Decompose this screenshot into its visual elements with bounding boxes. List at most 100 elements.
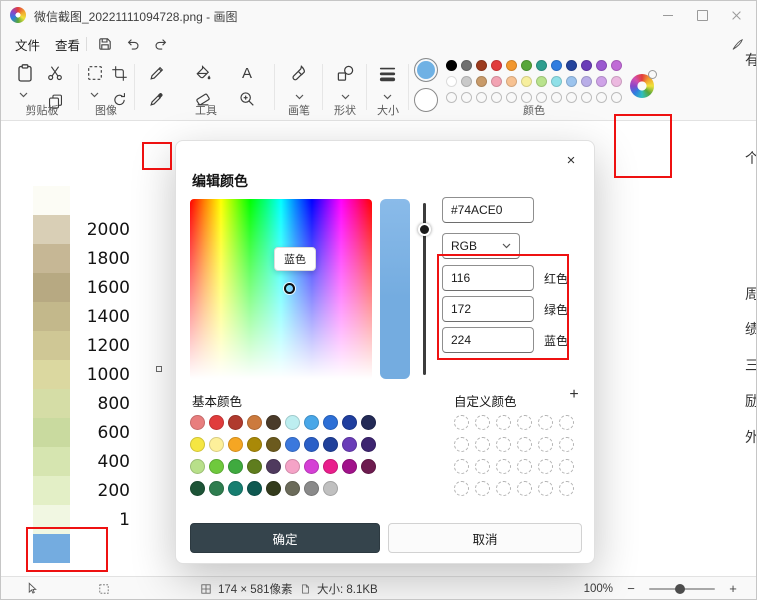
- color1-swatch[interactable]: [414, 58, 438, 82]
- value-slider-handle[interactable]: [418, 223, 431, 236]
- color-mode-dropdown[interactable]: RGB: [442, 233, 520, 259]
- basic-color-swatch[interactable]: [323, 415, 338, 430]
- color2-swatch[interactable]: [414, 88, 438, 112]
- brushes-button[interactable]: [286, 60, 312, 86]
- shapes-dropdown-chevron[interactable]: [341, 94, 350, 100]
- basic-color-swatch[interactable]: [304, 481, 319, 496]
- color-gradient-picker[interactable]: [190, 199, 372, 379]
- zoom-out-button[interactable]: −: [623, 581, 639, 597]
- custom-color-slot[interactable]: [454, 415, 469, 430]
- blue-channel-input[interactable]: [442, 327, 534, 353]
- magnifier-tool[interactable]: [234, 86, 260, 112]
- maximize-button[interactable]: [685, 0, 719, 30]
- custom-color-slot[interactable]: [496, 481, 511, 496]
- basic-color-swatch[interactable]: [285, 437, 300, 452]
- basic-color-swatch[interactable]: [209, 481, 224, 496]
- palette-color-swatch[interactable]: [506, 76, 517, 87]
- custom-color-slot[interactable]: [496, 459, 511, 474]
- basic-color-swatch[interactable]: [285, 481, 300, 496]
- custom-color-slot[interactable]: [475, 481, 490, 496]
- palette-empty-slot[interactable]: [566, 92, 577, 103]
- palette-color-swatch[interactable]: [566, 76, 577, 87]
- minimize-button[interactable]: [651, 0, 685, 30]
- size-dropdown-chevron[interactable]: [383, 94, 392, 100]
- custom-color-slot[interactable]: [517, 481, 532, 496]
- basic-color-swatch[interactable]: [190, 415, 205, 430]
- cancel-button[interactable]: 取消: [388, 523, 582, 553]
- add-custom-color-button[interactable]: +: [564, 385, 584, 405]
- palette-color-swatch[interactable]: [581, 76, 592, 87]
- custom-color-slot[interactable]: [559, 459, 574, 474]
- color-picker-marker[interactable]: [284, 283, 295, 294]
- custom-color-slot[interactable]: [454, 481, 469, 496]
- palette-empty-slot[interactable]: [551, 92, 562, 103]
- save-button[interactable]: [94, 35, 116, 53]
- basic-color-swatch[interactable]: [209, 437, 224, 452]
- basic-color-swatch[interactable]: [361, 415, 376, 430]
- palette-empty-slot[interactable]: [491, 92, 502, 103]
- basic-color-swatch[interactable]: [190, 459, 205, 474]
- custom-color-slot[interactable]: [517, 415, 532, 430]
- basic-color-swatch[interactable]: [247, 481, 262, 496]
- basic-color-swatch[interactable]: [285, 459, 300, 474]
- palette-empty-slot[interactable]: [461, 92, 472, 103]
- palette-color-swatch[interactable]: [536, 76, 547, 87]
- palette-color-swatch[interactable]: [476, 60, 487, 71]
- palette-color-swatch[interactable]: [506, 60, 517, 71]
- undo-button[interactable]: [122, 35, 144, 53]
- palette-empty-slot[interactable]: [611, 92, 622, 103]
- basic-color-swatch[interactable]: [304, 437, 319, 452]
- paste-button[interactable]: [12, 60, 38, 86]
- custom-color-slot[interactable]: [496, 415, 511, 430]
- basic-color-swatch[interactable]: [209, 415, 224, 430]
- basic-color-swatch[interactable]: [323, 459, 338, 474]
- custom-color-slot[interactable]: [454, 459, 469, 474]
- select-dropdown-chevron[interactable]: [90, 92, 99, 98]
- zoom-slider-handle[interactable]: [675, 583, 685, 594]
- basic-color-swatch[interactable]: [266, 481, 281, 496]
- basic-color-swatch[interactable]: [342, 437, 357, 452]
- custom-color-slot[interactable]: [517, 459, 532, 474]
- eyedropper-tool[interactable]: [144, 86, 170, 112]
- hex-color-input[interactable]: [442, 197, 534, 223]
- palette-color-swatch[interactable]: [581, 60, 592, 71]
- custom-color-slot[interactable]: [538, 437, 553, 452]
- basic-color-swatch[interactable]: [361, 459, 376, 474]
- palette-empty-slot[interactable]: [596, 92, 607, 103]
- basic-color-swatch[interactable]: [342, 415, 357, 430]
- redo-button[interactable]: [150, 35, 172, 53]
- cut-button[interactable]: [42, 60, 68, 86]
- basic-color-swatch[interactable]: [228, 437, 243, 452]
- custom-color-slot[interactable]: [475, 437, 490, 452]
- palette-color-swatch[interactable]: [461, 76, 472, 87]
- basic-color-swatch[interactable]: [228, 415, 243, 430]
- custom-color-slot[interactable]: [538, 481, 553, 496]
- view-menu[interactable]: 查看: [46, 34, 89, 54]
- palette-color-swatch[interactable]: [476, 76, 487, 87]
- basic-color-swatch[interactable]: [266, 415, 281, 430]
- red-channel-input[interactable]: [442, 265, 534, 291]
- palette-color-swatch[interactable]: [491, 76, 502, 87]
- palette-color-swatch[interactable]: [566, 60, 577, 71]
- shapes-button[interactable]: [332, 60, 358, 86]
- basic-color-swatch[interactable]: [209, 459, 224, 474]
- palette-color-swatch[interactable]: [461, 60, 472, 71]
- text-tool[interactable]: A: [234, 60, 260, 86]
- basic-color-swatch[interactable]: [190, 481, 205, 496]
- palette-color-swatch[interactable]: [491, 60, 502, 71]
- ok-button[interactable]: 确定: [190, 523, 380, 553]
- basic-color-swatch[interactable]: [228, 459, 243, 474]
- brushes-dropdown-chevron[interactable]: [295, 94, 304, 100]
- basic-color-swatch[interactable]: [323, 481, 338, 496]
- basic-color-swatch[interactable]: [247, 415, 262, 430]
- custom-color-slot[interactable]: [559, 415, 574, 430]
- basic-color-swatch[interactable]: [285, 415, 300, 430]
- file-menu[interactable]: 文件: [6, 34, 49, 54]
- select-button[interactable]: [82, 60, 108, 86]
- zoom-in-button[interactable]: +: [725, 581, 741, 597]
- basic-color-swatch[interactable]: [304, 415, 319, 430]
- fill-tool[interactable]: [190, 60, 216, 86]
- custom-color-slot[interactable]: [538, 459, 553, 474]
- custom-color-slot[interactable]: [454, 437, 469, 452]
- palette-color-swatch[interactable]: [596, 60, 607, 71]
